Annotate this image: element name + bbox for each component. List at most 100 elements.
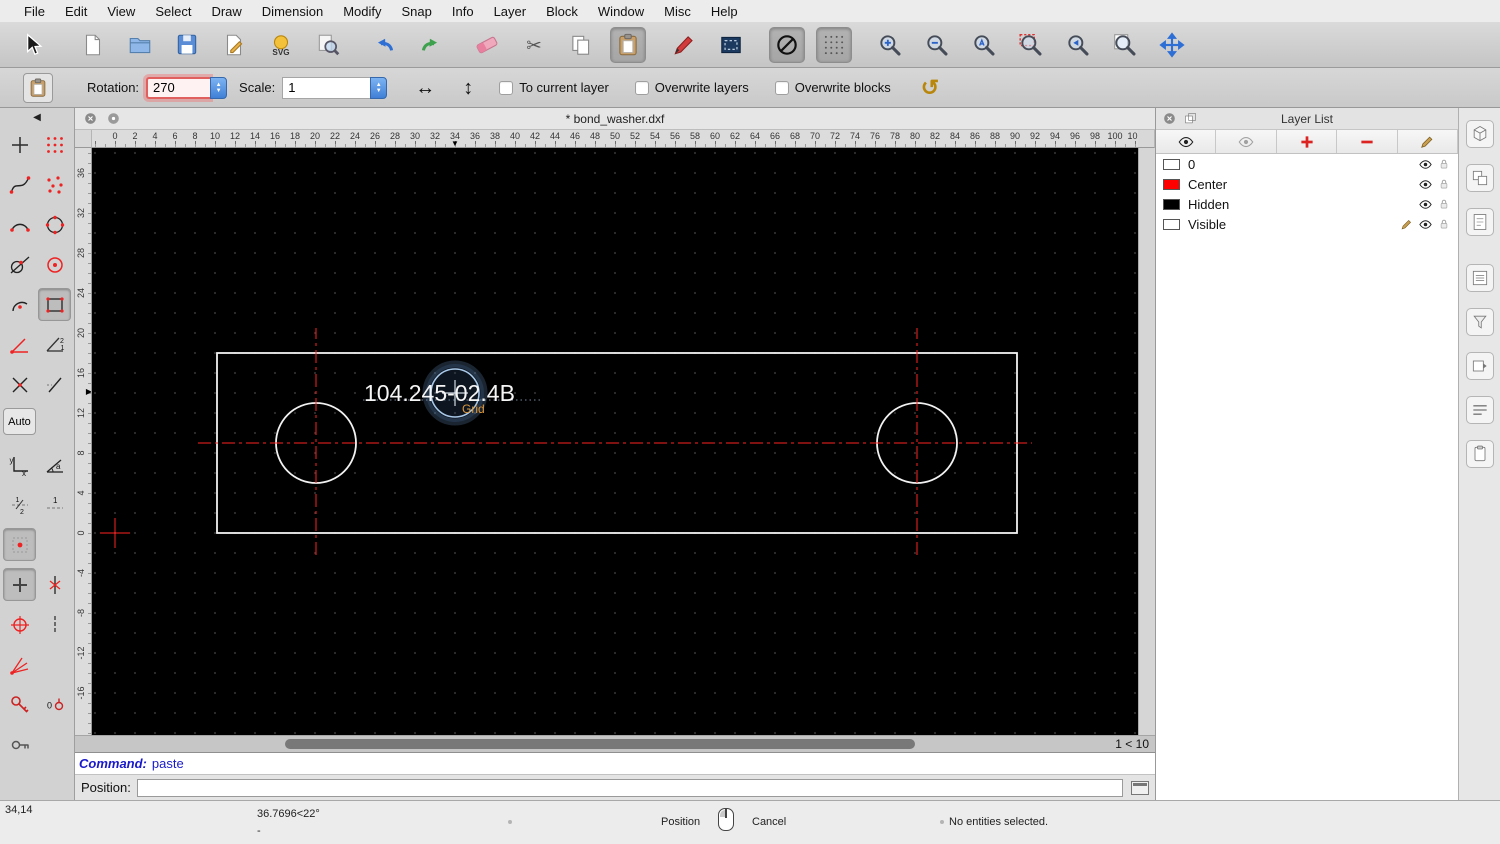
restrict-horizontal-button[interactable] xyxy=(38,608,71,641)
undock-panel-icon[interactable] xyxy=(1183,111,1198,126)
menu-misc[interactable]: Misc xyxy=(654,4,701,19)
snap-distance-button[interactable]: 1 xyxy=(38,488,71,521)
checkbox-box[interactable] xyxy=(499,81,513,95)
rotation-value-field[interactable] xyxy=(146,77,210,99)
snap-arc-point-button[interactable] xyxy=(3,288,36,321)
scale-stepper[interactable]: ▲ ▼ xyxy=(370,77,387,99)
restrict-nothing-button[interactable] xyxy=(38,368,71,401)
snap-intersection-manual-button[interactable]: 21 xyxy=(38,328,71,361)
selection-pointer-button[interactable] xyxy=(14,27,50,63)
to-current-layer-checkbox[interactable]: To current layer xyxy=(499,80,609,95)
export-svg-button[interactable]: SVG xyxy=(263,27,299,63)
menu-dimension[interactable]: Dimension xyxy=(252,4,333,19)
snap-angle-button[interactable]: a xyxy=(38,448,71,481)
modify-layer-button[interactable] xyxy=(1398,130,1458,153)
zoom-previous-button[interactable] xyxy=(1060,27,1096,63)
stepper-down-icon[interactable]: ▼ xyxy=(216,88,222,94)
save-button[interactable] xyxy=(169,27,205,63)
layer-row-hidden[interactable]: Hidden xyxy=(1156,194,1458,214)
restore-document-icon[interactable] xyxy=(106,111,121,126)
zoom-auto-button[interactable] xyxy=(966,27,1002,63)
snap-free-button[interactable] xyxy=(3,128,36,161)
command-line[interactable]: Command: paste xyxy=(75,752,1155,774)
snap-entity-endpoints-button[interactable] xyxy=(38,288,71,321)
snap-grid-dots-button[interactable] xyxy=(38,128,71,161)
layer-pen-icon[interactable] xyxy=(1399,217,1414,232)
drawing-canvas[interactable]: 104.245-02.4BGrid xyxy=(92,148,1138,735)
layer-visibility-icon[interactable] xyxy=(1418,157,1433,172)
restrict-orthogonal-button[interactable]: yx xyxy=(3,448,36,481)
set-relative-zero-button[interactable]: 0 xyxy=(38,688,71,721)
zoom-selection-button[interactable] xyxy=(1013,27,1049,63)
close-document-icon[interactable] xyxy=(83,111,98,126)
paste-button[interactable] xyxy=(610,27,646,63)
layer-row-center[interactable]: Center xyxy=(1156,174,1458,194)
menu-help[interactable]: Help xyxy=(701,4,748,19)
rotation-input[interactable]: ▲ ▼ xyxy=(146,77,227,99)
layer-lock-icon[interactable] xyxy=(1437,197,1451,211)
snap-intersection-button[interactable] xyxy=(3,328,36,361)
menu-block[interactable]: Block xyxy=(536,4,588,19)
layer-row-visible[interactable]: Visible xyxy=(1156,214,1458,234)
layer-visibility-icon[interactable] xyxy=(1418,217,1433,232)
snap-middle-button[interactable]: 12 xyxy=(3,488,36,521)
deselect-window-button[interactable] xyxy=(713,27,749,63)
snap-center-cross-button[interactable] xyxy=(3,608,36,641)
snap-arc-button[interactable] xyxy=(3,208,36,241)
menu-snap[interactable]: Snap xyxy=(392,4,442,19)
zoom-pan-button[interactable] xyxy=(1154,27,1190,63)
show-all-layers-button[interactable] xyxy=(1156,130,1216,153)
scale-input[interactable]: ▲ ▼ xyxy=(282,77,387,99)
position-input[interactable] xyxy=(137,779,1123,797)
grid-toggle-button[interactable] xyxy=(816,27,852,63)
flip-horizontal-button[interactable]: ↔ xyxy=(415,78,435,98)
dock-clipboard-button[interactable] xyxy=(1466,440,1494,468)
zoom-out-button[interactable] xyxy=(919,27,955,63)
snap-circle-quadrants-button[interactable] xyxy=(38,208,71,241)
snap-rays-button[interactable] xyxy=(3,648,36,681)
zoom-window-button[interactable] xyxy=(1107,27,1143,63)
snap-endpoints-button[interactable] xyxy=(3,168,36,201)
undo-button[interactable] xyxy=(366,27,402,63)
close-panel-icon[interactable] xyxy=(1162,111,1177,126)
copy-button[interactable] xyxy=(563,27,599,63)
dock-filter-button[interactable] xyxy=(1466,308,1494,336)
save-as-button[interactable] xyxy=(216,27,252,63)
scale-value-field[interactable] xyxy=(282,77,370,99)
overwrite-blocks-checkbox[interactable]: Overwrite blocks xyxy=(775,80,891,95)
checkbox-box[interactable] xyxy=(775,81,789,95)
horizontal-scrollbar[interactable]: 1 < 10 xyxy=(75,735,1155,752)
layer-lock-icon[interactable] xyxy=(1437,157,1451,171)
dock-block-list-button[interactable] xyxy=(1466,120,1494,148)
revert-button[interactable]: ↺ xyxy=(921,77,939,99)
menu-draw[interactable]: Draw xyxy=(201,4,251,19)
menu-edit[interactable]: Edit xyxy=(55,4,97,19)
redo-button[interactable] xyxy=(413,27,449,63)
snap-grid-points-button[interactable] xyxy=(3,568,36,601)
snap-point-button[interactable] xyxy=(3,528,36,561)
rotation-stepper[interactable]: ▲ ▼ xyxy=(210,77,227,99)
snap-auto-button[interactable]: Auto xyxy=(3,408,36,435)
layer-visibility-icon[interactable] xyxy=(1418,197,1433,212)
draw-freehand-button[interactable] xyxy=(666,27,702,63)
delete-entities-button[interactable] xyxy=(469,27,505,63)
overwrite-layers-checkbox[interactable]: Overwrite layers xyxy=(635,80,749,95)
menu-select[interactable]: Select xyxy=(145,4,201,19)
menu-layer[interactable]: Layer xyxy=(484,4,537,19)
flip-vertical-button[interactable]: ↕ xyxy=(463,78,473,98)
hide-all-layers-button[interactable] xyxy=(1216,130,1276,153)
zoom-in-button[interactable] xyxy=(872,27,908,63)
new-document-button[interactable] xyxy=(75,27,111,63)
dock-properties-button[interactable] xyxy=(1466,352,1494,380)
toggle-lock-button[interactable] xyxy=(3,728,36,761)
snap-on-entity-button[interactable] xyxy=(38,168,71,201)
layer-lock-icon[interactable] xyxy=(1437,217,1451,231)
vertical-scrollbar[interactable] xyxy=(1138,148,1155,735)
cut-button[interactable]: ✂ xyxy=(516,27,552,63)
layer-row-0[interactable]: 0 xyxy=(1156,154,1458,174)
layer-visibility-icon[interactable] xyxy=(1418,177,1433,192)
dock-entity-info-button[interactable] xyxy=(1466,396,1494,424)
remove-layer-button[interactable] xyxy=(1337,130,1397,153)
dock-library-browser-button[interactable] xyxy=(1466,208,1494,236)
snap-tangent-button[interactable] xyxy=(3,248,36,281)
